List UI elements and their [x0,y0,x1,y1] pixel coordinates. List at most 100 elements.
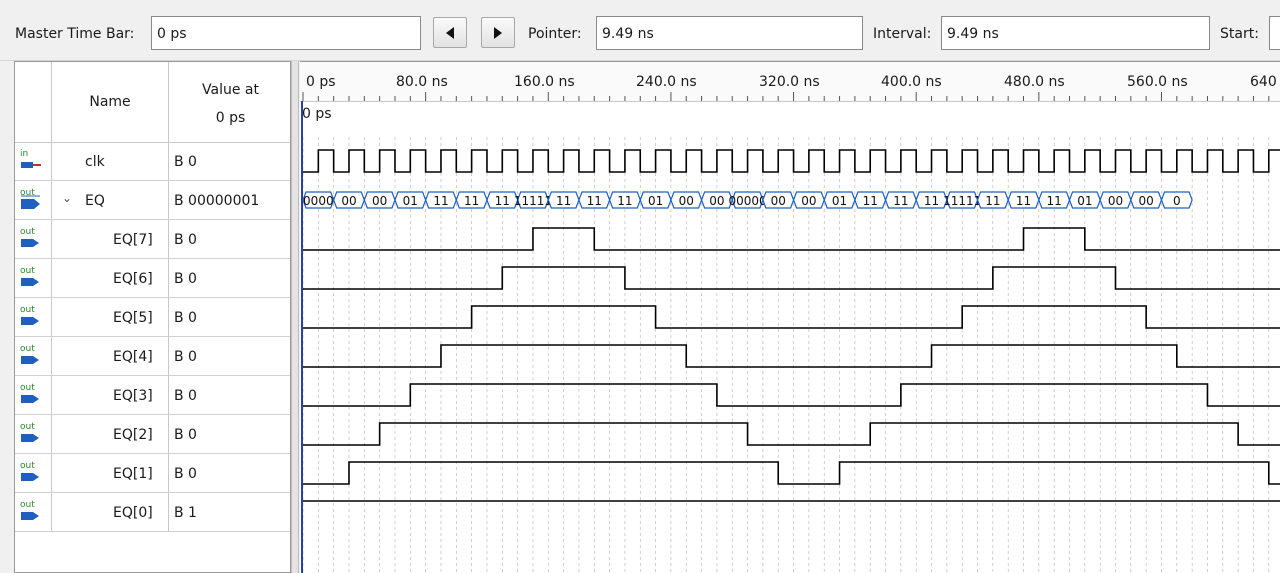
start-field[interactable] [1269,16,1280,50]
interval-label: Interval: [873,26,932,42]
bus-segment-label: 00 [679,194,694,208]
bus-segment-label: 00 [1108,194,1123,208]
bus-segment-label: 11 [587,194,602,208]
previous-transition-button[interactable] [433,17,467,48]
bus-segment-label: 0000 [303,194,334,208]
signal-list-panel: Name Value at 0 ps in clk B 0 out ⌄ EQ B… [14,61,291,573]
signal-name: EQ[3] [113,388,153,404]
signal-name: EQ [85,193,105,209]
bus-segment-label: 01 [1077,194,1092,208]
signal-name: EQ[7] [113,232,153,248]
value-header-line2: 0 ps [215,110,246,126]
bus-segment-label: 11 [1047,194,1062,208]
bus-segment-label: 11 [495,194,510,208]
signal-value: B 1 [174,505,197,521]
bit-waveform [303,344,1280,368]
bus-segment-label: 11 [556,194,571,208]
waveform-canvas[interactable]: 0000 00 00 01 11 11 11 11111 11 11 11 01 00 00 00000 00… [300,62,1280,573]
bus-segment-label: 11 [985,194,1000,208]
waveform-panel[interactable]: 0 ps 80.0 ns 160.0 ns 240.0 ns 320.0 ns … [300,61,1280,573]
output-pin-icon: out [20,344,42,366]
signal-row-eq1[interactable]: out EQ[1] B 0 [15,454,290,493]
bus-segment-label: 00 [709,194,724,208]
bus-segment-label: 01 [832,194,847,208]
signal-row-eq3[interactable]: out EQ[3] B 0 [15,376,290,415]
toolbar: Master Time Bar: 0 ps Pointer: 9.49 ns I… [0,0,1280,61]
signal-row-clk[interactable]: in clk B 0 [15,142,290,181]
output-pin-icon: out [20,227,42,249]
signal-name: clk [85,154,105,170]
bus-segment-label: 00 [341,194,356,208]
signal-row-eq7[interactable]: out EQ[7] B 0 [15,220,290,259]
signal-row-eq5[interactable]: out EQ[5] B 0 [15,298,290,337]
signal-list-header: Name Value at 0 ps [15,62,290,143]
bus-segment-label: 00 [771,194,786,208]
bit-waveform [303,422,1280,446]
output-pin-icon: out [20,266,42,288]
bus-segment-label: 11 [1016,194,1031,208]
output-bus-icon: out [20,188,42,210]
signal-row-eq2[interactable]: out EQ[2] B 0 [15,415,290,454]
pointer-label: Pointer: [528,26,582,42]
name-column-header[interactable]: Name [52,62,168,142]
master-time-bar-label: Master Time Bar: [15,26,135,42]
output-pin-icon: out [20,305,42,327]
bus-segment-label: 11 [893,194,908,208]
signal-name: EQ[0] [113,505,153,521]
signal-row-eq6[interactable]: out EQ[6] B 0 [15,259,290,298]
bus-segment-label: 11111 [514,194,552,208]
pointer-field[interactable]: 9.49 ns [596,16,863,50]
input-pin-icon: in [20,149,42,171]
interval-field[interactable]: 9.49 ns [941,16,1210,50]
signal-name: EQ[5] [113,310,153,326]
bus-segment-label: 00 [801,194,816,208]
signal-value: B 0 [174,271,197,287]
bus-segment-label: 11111 [943,194,981,208]
signal-value: B 0 [174,310,197,326]
start-label: Start: [1220,26,1259,42]
signal-name: EQ[2] [113,427,153,443]
signal-name: EQ[1] [113,466,153,482]
signal-value: B 0 [174,232,197,248]
bus-segment-label: 00000 [728,194,766,208]
triangle-right-icon [494,27,502,39]
output-pin-icon: out [20,461,42,483]
signal-row-eq0[interactable]: out EQ[0] B 1 [15,493,290,532]
value-header-line1: Value at [202,82,259,98]
bus-segment-label: 00 [372,194,387,208]
output-pin-icon: out [20,383,42,405]
clock-waveform [303,149,1280,173]
bus-segment-label: 00 [1139,194,1154,208]
bus-segment-label: 11 [617,194,632,208]
signal-name: EQ[4] [113,349,153,365]
signal-value: B 0 [174,388,197,404]
bus-segment-label: 11 [464,194,479,208]
bus-segment-label: 11 [924,194,939,208]
output-pin-icon: out [20,422,42,444]
bus-segment-label: 01 [403,194,418,208]
next-transition-button[interactable] [481,17,515,48]
signal-value: B 0 [174,466,197,482]
panel-splitter[interactable] [291,61,299,573]
master-time-bar-field[interactable]: 0 ps [151,16,421,50]
bit-waveform [303,227,1280,251]
bit-waveform [303,266,1280,290]
signal-value: B 0 [174,154,197,170]
signal-row-eq-bus[interactable]: out ⌄ EQ B 00000001 [15,181,290,220]
signal-name: EQ[6] [113,271,153,287]
bus-segment-label: 0 [1173,194,1181,208]
bus-segment-label: 11 [863,194,878,208]
signal-value: B 0 [174,427,197,443]
chevron-down-icon[interactable]: ⌄ [62,191,72,205]
signal-row-eq4[interactable]: out EQ[4] B 0 [15,337,290,376]
signal-value: B 0 [174,349,197,365]
signal-value: B 00000001 [174,193,260,209]
triangle-left-icon [446,27,454,39]
bus-segment-label: 01 [648,194,663,208]
bus-segment-label: 11 [433,194,448,208]
value-column-header[interactable]: Value at 0 ps [169,76,290,132]
bit-waveform [303,461,1280,485]
output-pin-icon: out [20,500,42,522]
bit-waveform [303,305,1280,329]
bit-waveform [303,383,1280,407]
